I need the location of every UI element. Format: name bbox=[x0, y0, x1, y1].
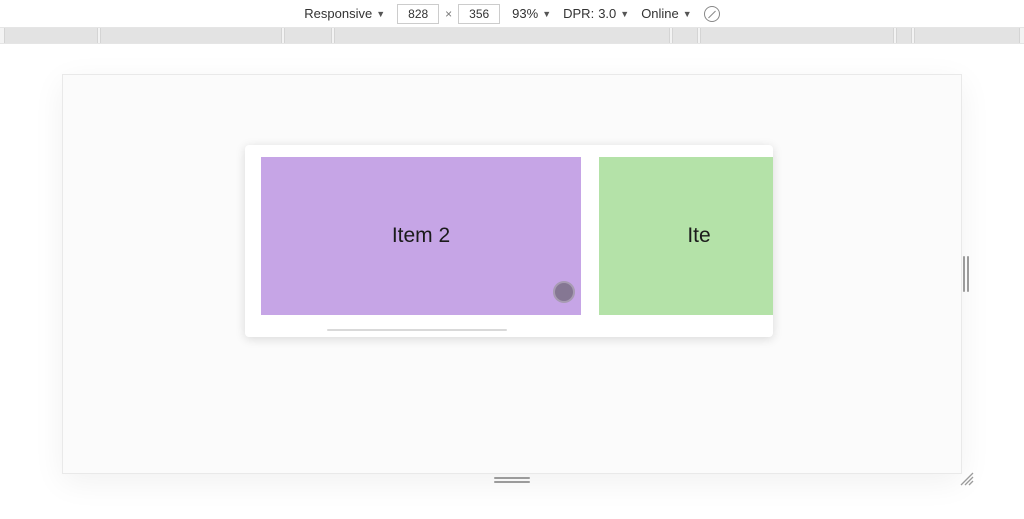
width-input[interactable] bbox=[397, 4, 439, 24]
height-input[interactable] bbox=[458, 4, 500, 24]
zoom-value: 93% bbox=[512, 6, 538, 21]
carousel-card: Item 2 Ite bbox=[245, 145, 773, 337]
dpr-value: 3.0 bbox=[598, 6, 616, 21]
resize-handle-bottom[interactable] bbox=[494, 477, 530, 483]
zoom-select[interactable]: 93% ▼ bbox=[512, 6, 551, 21]
device-viewport[interactable]: Item 2 Ite bbox=[62, 74, 962, 474]
carousel-item-label: Item 2 bbox=[392, 224, 450, 248]
chevron-down-icon: ▼ bbox=[620, 9, 629, 19]
touch-indicator-icon bbox=[553, 281, 575, 303]
breakpoint-segment[interactable] bbox=[4, 28, 98, 43]
breakpoint-ruler[interactable] bbox=[0, 28, 1024, 44]
dpr-select[interactable]: DPR: 3.0 ▼ bbox=[563, 6, 629, 21]
carousel-item[interactable]: Item 2 bbox=[261, 157, 581, 315]
device-toolbar: Responsive ▼ × 93% ▼ DPR: 3.0 ▼ Online ▼ bbox=[0, 0, 1024, 28]
viewport-stage: Item 2 Ite bbox=[0, 44, 1024, 519]
carousel-item[interactable]: Ite bbox=[599, 157, 773, 315]
breakpoint-segment[interactable] bbox=[334, 28, 670, 43]
breakpoint-segment[interactable] bbox=[672, 28, 698, 43]
breakpoint-segment[interactable] bbox=[100, 28, 282, 43]
dimension-times: × bbox=[443, 7, 454, 21]
online-label: Online bbox=[641, 6, 679, 21]
dimensions-box: × bbox=[397, 4, 500, 24]
device-select[interactable]: Responsive ▼ bbox=[304, 6, 385, 21]
chevron-down-icon: ▼ bbox=[376, 9, 385, 19]
throttling-select[interactable]: Online ▼ bbox=[641, 6, 692, 21]
carousel-scrollbar[interactable] bbox=[327, 329, 507, 331]
device-label: Responsive bbox=[304, 6, 372, 21]
chevron-down-icon: ▼ bbox=[683, 9, 692, 19]
breakpoint-segment[interactable] bbox=[284, 28, 332, 43]
chevron-down-icon: ▼ bbox=[542, 9, 551, 19]
resize-handle-corner[interactable] bbox=[959, 471, 975, 487]
carousel-item-label: Ite bbox=[687, 224, 710, 248]
carousel-track[interactable]: Item 2 Ite bbox=[245, 157, 773, 315]
breakpoint-segment[interactable] bbox=[914, 28, 1020, 43]
rotate-icon[interactable] bbox=[704, 6, 720, 22]
dpr-prefix: DPR: bbox=[563, 6, 594, 21]
breakpoint-segment[interactable] bbox=[896, 28, 912, 43]
breakpoint-segment[interactable] bbox=[700, 28, 894, 43]
resize-handle-right[interactable] bbox=[963, 256, 969, 292]
